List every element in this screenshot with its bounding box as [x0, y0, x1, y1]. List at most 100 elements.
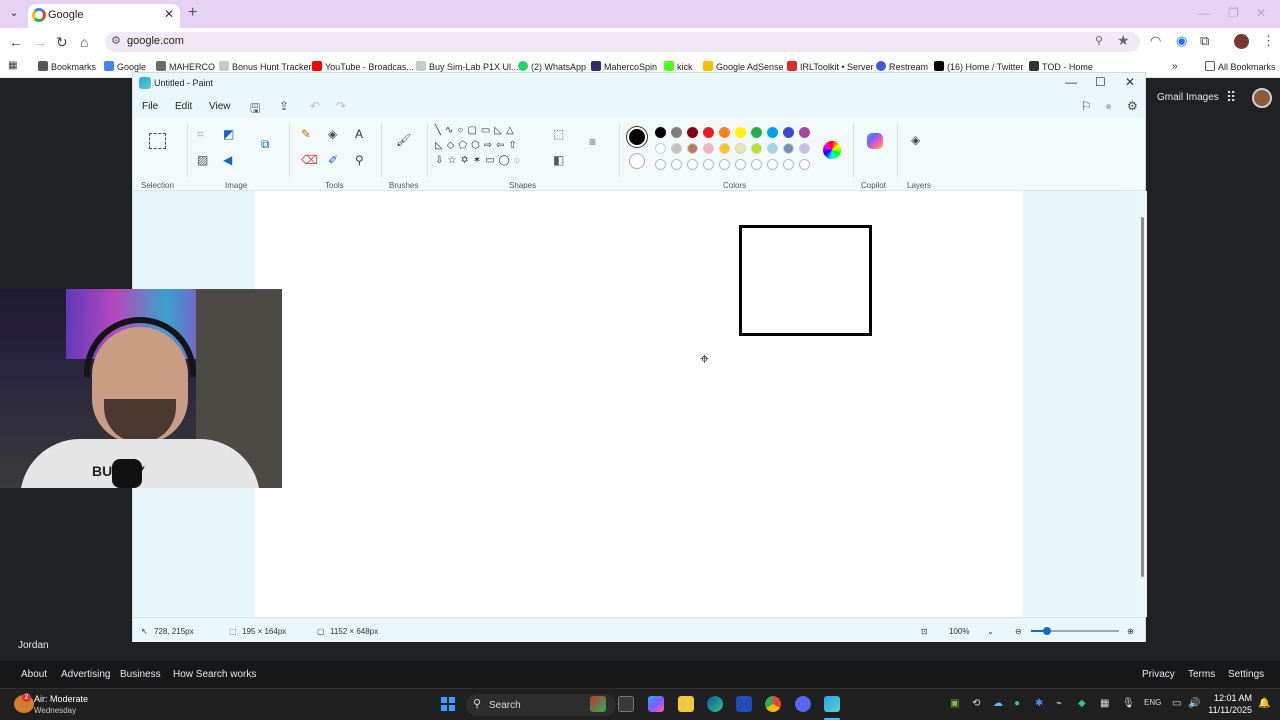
text-icon[interactable]: A: [355, 127, 363, 141]
bookmark-item[interactable]: kick: [664, 61, 693, 72]
primary-color-swatch[interactable]: [627, 127, 647, 147]
custom-color-slot[interactable]: [783, 159, 794, 170]
magnifier-icon[interactable]: ⚲: [355, 153, 364, 167]
discord-icon[interactable]: [795, 696, 811, 712]
footer-settings-link[interactable]: Settings: [1228, 669, 1264, 680]
google-apps-icon[interactable]: ⠿: [1226, 89, 1236, 106]
palette-color-swatch[interactable]: [703, 143, 714, 154]
brush-icon[interactable]: 🖌: [396, 133, 411, 147]
feedback-icon[interactable]: ⚐: [1081, 99, 1092, 113]
bookmark-item[interactable]: Google: [104, 61, 146, 72]
copilot-icon[interactable]: [867, 133, 883, 149]
palette-color-swatch[interactable]: [751, 143, 762, 154]
bookmark-item[interactable]: (16) Home / Twitter: [934, 61, 1023, 72]
paint-close-icon[interactable]: ✕: [1125, 75, 1135, 89]
custom-color-slot[interactable]: [703, 159, 714, 170]
edge-icon[interactable]: [707, 696, 723, 712]
footer-privacy-link[interactable]: Privacy: [1142, 669, 1175, 680]
footer-terms-link[interactable]: Terms: [1188, 669, 1215, 680]
palette-color-swatch[interactable]: [767, 127, 778, 138]
palette-color-swatch[interactable]: [767, 143, 778, 154]
tray-sync-icon[interactable]: ⟲: [972, 698, 980, 709]
tray-nvidia-icon[interactable]: ▦: [1100, 698, 1109, 709]
shape-fill-icon[interactable]: ◧: [553, 153, 564, 167]
scrollbar-thumb[interactable]: [1141, 217, 1144, 577]
drawing-canvas[interactable]: ⌖: [255, 191, 1023, 617]
tray-cloud-icon[interactable]: ☁: [993, 698, 1003, 709]
address-bar[interactable]: ⚙ google.com ⚲ ★: [105, 32, 1140, 52]
palette-color-swatch[interactable]: [687, 143, 698, 154]
footer-how-search-works-link[interactable]: How Search works: [173, 669, 256, 680]
tray-usb-icon[interactable]: ⌁: [1056, 698, 1062, 709]
clock-time[interactable]: 12:01 AM: [1210, 693, 1252, 703]
secondary-color-swatch[interactable]: [629, 153, 645, 169]
apps-grid-icon[interactable]: ▦: [8, 60, 17, 71]
bookmark-item[interactable]: Buy Sim-Lab P1X Ul...: [416, 61, 519, 72]
microphone-icon[interactable]: 🎙: [1122, 698, 1135, 709]
eraser-icon[interactable]: ⌫: [301, 153, 318, 167]
paint-settings-icon[interactable]: ⚙: [1127, 99, 1138, 113]
crop-icon[interactable]: ⌗: [197, 127, 204, 142]
bookmark-item[interactable]: Google AdSense: [703, 61, 784, 72]
color-picker-icon[interactable]: ✐: [328, 153, 338, 167]
undo-icon[interactable]: ↶: [310, 99, 320, 113]
volume-icon[interactable]: 🔊: [1188, 698, 1200, 709]
zoom-level[interactable]: 100%: [949, 627, 969, 636]
search-highlight-icon[interactable]: [590, 696, 606, 712]
tab-close-icon[interactable]: ✕: [164, 7, 174, 21]
extensions-puzzle-icon[interactable]: ⧉: [1200, 33, 1209, 49]
images-link[interactable]: Images: [1186, 92, 1219, 103]
stroke-size-icon[interactable]: ≡: [589, 135, 596, 149]
reload-icon[interactable]: ↻: [56, 34, 68, 51]
task-view-icon[interactable]: [618, 696, 634, 712]
start-icon[interactable]: [441, 697, 455, 711]
clock-date[interactable]: 11/11/2025: [1200, 705, 1252, 715]
audio-icon[interactable]: ◉: [1176, 33, 1187, 49]
bookmark-item[interactable]: (2) WhatsApp: [518, 61, 586, 72]
bookmark-item[interactable]: TOD - Home: [1029, 61, 1093, 72]
custom-color-slot[interactable]: [655, 159, 666, 170]
file-explorer-icon[interactable]: [678, 696, 694, 712]
language-indicator[interactable]: ENG: [1144, 698, 1161, 707]
pencil-icon[interactable]: ✎: [301, 127, 311, 141]
bluetooth-icon[interactable]: ✱: [1035, 698, 1043, 709]
edit-colors-icon[interactable]: [823, 141, 841, 159]
palette-color-swatch[interactable]: [719, 143, 730, 154]
forward-icon[interactable]: →: [33, 34, 47, 50]
google-account-avatar[interactable]: [1252, 88, 1272, 108]
tab-search-icon[interactable]: ⌄: [6, 6, 22, 22]
image-generate-icon[interactable]: ⧉: [261, 137, 270, 152]
copilot-taskbar-icon[interactable]: [648, 696, 664, 712]
profile-avatar[interactable]: [1234, 34, 1249, 49]
palette-color-swatch[interactable]: [799, 143, 810, 154]
zoom-dropdown-icon[interactable]: ⌄: [987, 627, 994, 636]
palette-color-swatch[interactable]: [783, 127, 794, 138]
footer-business-link[interactable]: Business: [120, 669, 161, 680]
palette-color-swatch[interactable]: [655, 143, 666, 154]
paint-minimize-icon[interactable]: —: [1065, 75, 1077, 89]
fill-icon[interactable]: ◈: [328, 127, 337, 141]
back-icon[interactable]: ←: [9, 34, 23, 50]
account-icon[interactable]: ●: [1105, 99, 1112, 113]
palette-color-swatch[interactable]: [735, 127, 746, 138]
bookmark-item[interactable]: Restream: [876, 61, 928, 72]
bookmark-item[interactable]: MahercoSpin: [591, 61, 657, 72]
menu-file[interactable]: File: [142, 101, 158, 112]
palette-color-swatch[interactable]: [783, 143, 794, 154]
extension-icon[interactable]: ◠: [1150, 33, 1161, 49]
chrome-menu-icon[interactable]: ⋮: [1262, 33, 1275, 49]
custom-color-slot[interactable]: [719, 159, 730, 170]
bookmark-item[interactable]: IRLToolkit • Server: [787, 61, 874, 72]
paint-taskbar-icon[interactable]: [824, 696, 840, 712]
palette-color-swatch[interactable]: [671, 127, 682, 138]
custom-color-slot[interactable]: [671, 159, 682, 170]
zoom-in-icon[interactable]: ⊕: [1127, 627, 1134, 636]
bookmark-star-icon[interactable]: ★: [1117, 32, 1130, 49]
search-lens-icon[interactable]: ⚲: [1095, 34, 1103, 47]
store-icon[interactable]: [736, 696, 752, 712]
palette-color-swatch[interactable]: [799, 127, 810, 138]
new-tab-icon[interactable]: +: [188, 4, 197, 22]
site-info-icon[interactable]: ⚙: [111, 34, 121, 47]
share-icon[interactable]: ⇪: [279, 99, 289, 113]
paint-maximize-icon[interactable]: ☐: [1095, 75, 1106, 89]
